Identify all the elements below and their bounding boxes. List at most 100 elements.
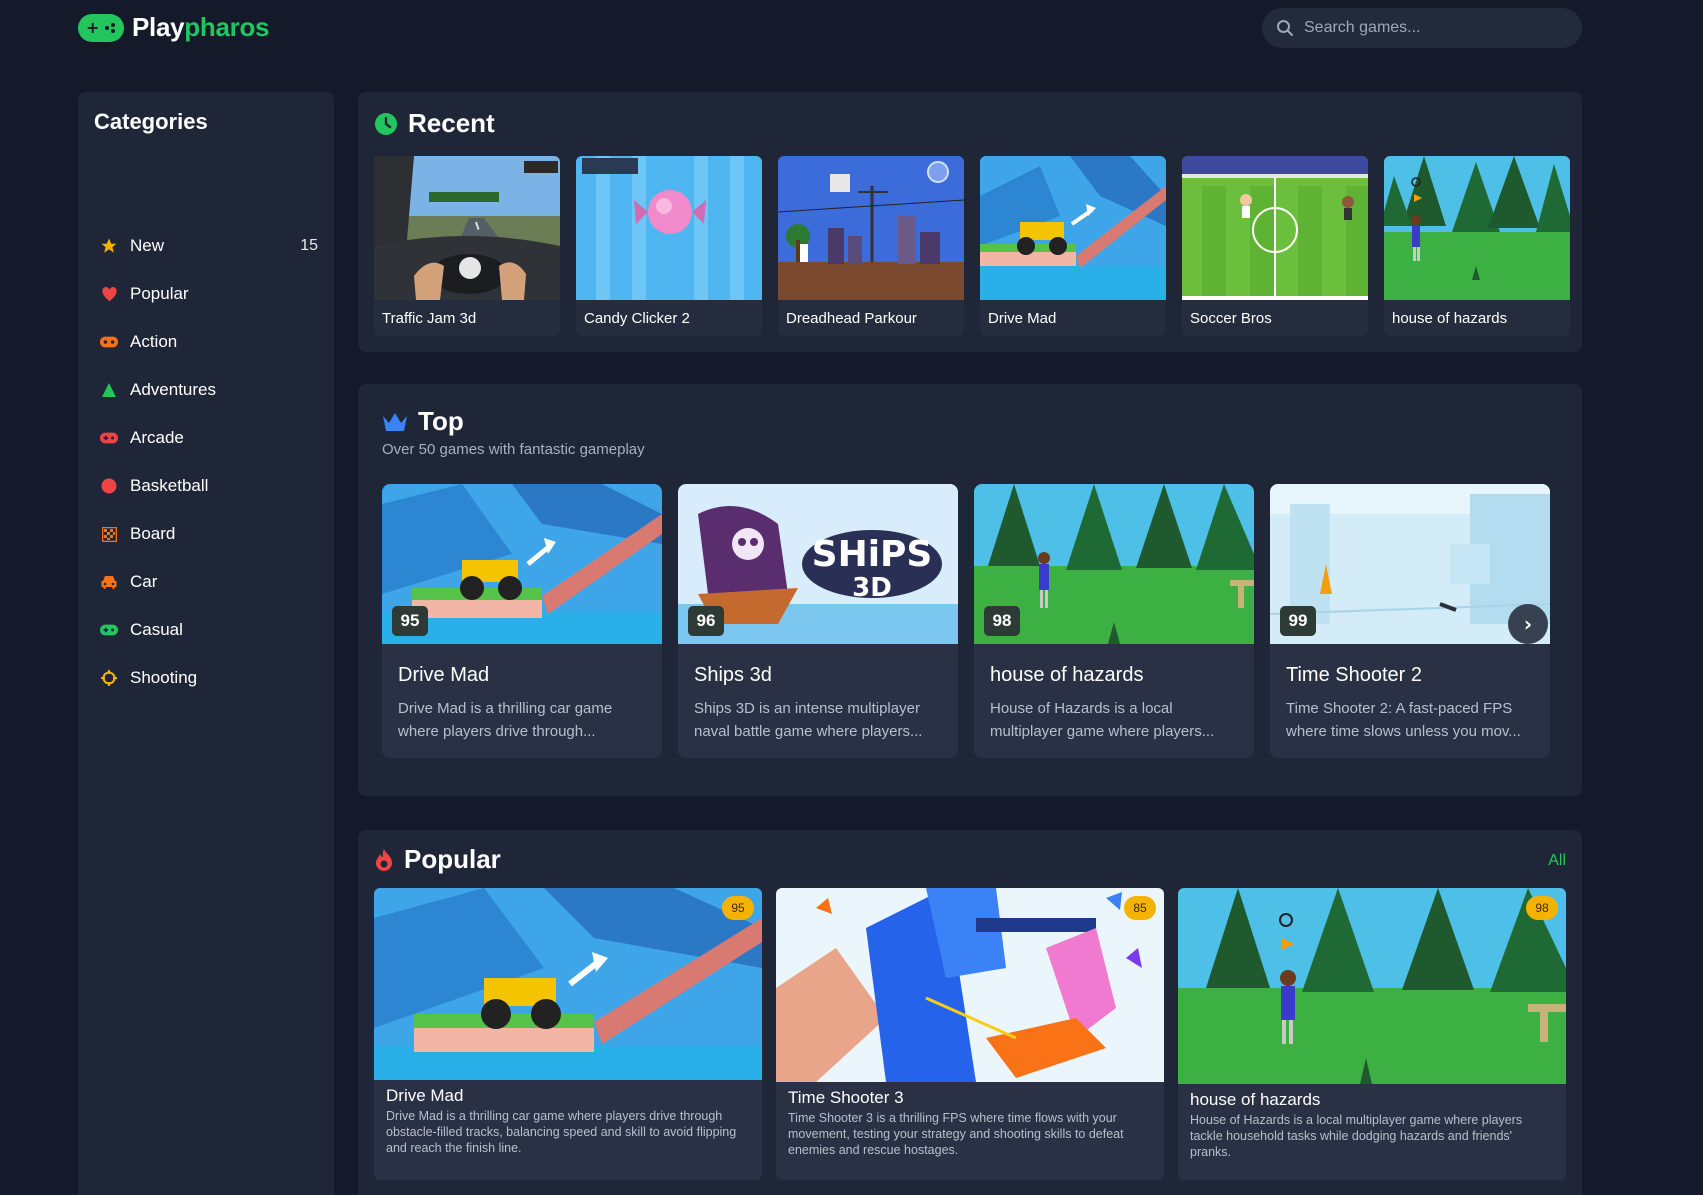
game-title: Ships 3d — [694, 664, 772, 686]
sidebar-item-label: Casual — [130, 620, 183, 639]
game-description: Time Shooter 2: A fast-paced FPS where t… — [1286, 700, 1521, 740]
popular-game-card[interactable]: 95 Drive Mad Drive Mad is a thrilling ca… — [374, 888, 762, 1180]
game-title: Drive Mad — [398, 664, 490, 686]
game-description: Drive Mad is a thrilling car game where … — [386, 1109, 737, 1155]
game-title: Candy Clicker 2 — [584, 310, 690, 327]
sidebar-item-car[interactable]: Car — [100, 564, 318, 600]
sidebar-item-popular[interactable]: Popular — [100, 276, 318, 312]
game-title: Time Shooter 2 — [1286, 664, 1422, 686]
sidebar-item-action[interactable]: Action — [100, 324, 318, 360]
heart-icon — [100, 285, 118, 303]
search-box[interactable] — [1262, 8, 1582, 48]
controller-icon — [100, 621, 118, 639]
crosshair-icon — [100, 669, 118, 687]
rating-badge: 98 — [1526, 896, 1558, 920]
ball-icon — [100, 477, 118, 495]
rating-badge: 85 — [1124, 896, 1156, 920]
clock-icon — [375, 112, 397, 135]
sidebar-item-basketball[interactable]: Basketball — [100, 468, 318, 504]
popular-game-card[interactable]: 85 Time Shooter 3 Time Shooter 3 is a th… — [776, 888, 1164, 1180]
crown-icon — [383, 412, 407, 431]
sidebar-item-label: Popular — [130, 284, 189, 303]
top-subtitle: Over 50 games with fantastic gameplay — [382, 441, 645, 458]
sidebar-item-board[interactable]: Board — [100, 516, 318, 552]
recent-game-card[interactable]: Traffic Jam 3d — [374, 156, 560, 336]
recent-game-card[interactable]: Candy Clicker 2 — [576, 156, 762, 336]
gamepad-icon — [100, 333, 118, 351]
popular-title: Popular — [374, 844, 501, 875]
categories-sidebar: Categories New 15 Popular Action Adventu… — [78, 92, 334, 1195]
recent-game-card[interactable]: house of hazards — [1384, 156, 1570, 336]
game-thumbnail: 85 — [776, 888, 1164, 1082]
recent-section: Recent Traffic Jam 3d Candy Clicker 2 Dr… — [358, 92, 1582, 352]
game-thumbnail — [1384, 156, 1570, 300]
sidebar-item-casual[interactable]: Casual — [100, 612, 318, 648]
recent-game-card[interactable]: Soccer Bros — [1182, 156, 1368, 336]
game-description: Ships 3D is an intense multiplayer naval… — [694, 700, 923, 740]
game-title: Dreadhead Parkour — [786, 310, 917, 327]
game-description: House of Hazards is a local multiplayer … — [990, 700, 1215, 740]
game-title: Drive Mad — [988, 310, 1057, 327]
top-game-card[interactable]: 95 Drive Mad Drive Mad is a thrilling ca… — [382, 484, 662, 758]
rating-badge: 95 — [722, 896, 754, 920]
game-title: Traffic Jam 3d — [382, 310, 477, 327]
game-thumbnail — [374, 156, 560, 300]
star-icon — [100, 237, 118, 255]
carousel-next-button[interactable]: › — [1508, 604, 1548, 644]
top-game-card[interactable]: 99 Time Shooter 2 Time Shooter 2: A fast… — [1270, 484, 1550, 758]
game-title: Soccer Bros — [1190, 310, 1272, 327]
triangle-icon — [100, 381, 118, 399]
flame-icon — [376, 848, 392, 871]
search-icon — [1277, 20, 1293, 36]
game-description: Time Shooter 3 is a thrilling FPS where … — [788, 1111, 1124, 1157]
car-icon — [100, 573, 118, 591]
see-all-link[interactable]: All — [1548, 852, 1566, 870]
top-game-card[interactable]: SHiPS 3D 96 Ships 3d Ships 3D is an inte… — [678, 484, 958, 758]
game-thumbnail: 95 — [374, 888, 762, 1080]
recent-game-card[interactable]: Dreadhead Parkour — [778, 156, 964, 336]
sidebar-item-new[interactable]: New 15 — [100, 228, 318, 264]
game-thumbnail: 95 — [382, 484, 662, 644]
sidebar-item-label: Basketball — [130, 476, 209, 495]
sidebar-item-adventures[interactable]: Adventures — [100, 372, 318, 408]
rating-badge: 99 — [1280, 606, 1316, 636]
brand-name: Playpharos — [132, 12, 270, 42]
sidebar-item-label: Arcade — [130, 428, 184, 447]
game-description: Drive Mad is a thrilling car game where … — [398, 700, 613, 740]
logo[interactable]: + Playpharos — [78, 12, 269, 43]
game-thumbnail — [778, 156, 964, 300]
rating-badge: 98 — [984, 606, 1020, 636]
game-description: House of Hazards is a local multiplayer … — [1190, 1113, 1523, 1159]
top-title: Top — [382, 406, 464, 437]
rating-badge: 96 — [688, 606, 724, 636]
game-thumbnail — [576, 156, 762, 300]
popular-game-card[interactable]: 98 house of hazards House of Hazards is … — [1178, 888, 1566, 1180]
rating-badge: 95 — [392, 606, 428, 636]
sidebar-item-label: Car — [130, 572, 158, 591]
game-title: Drive Mad — [386, 1086, 464, 1105]
svg-text:SHiPS: SHiPS — [812, 534, 933, 575]
sidebar-item-arcade[interactable]: Arcade — [100, 420, 318, 456]
grid-icon — [100, 525, 118, 543]
gamepad-logo-icon: + — [78, 13, 124, 42]
sidebar-item-label: Shooting — [130, 668, 198, 687]
search-input[interactable] — [1304, 19, 1564, 37]
svg-text:3D: 3D — [852, 573, 892, 603]
top-section: Top Over 50 games with fantastic gamepla… — [358, 384, 1582, 796]
categories-title: Categories — [94, 109, 208, 134]
joystick-icon — [100, 429, 118, 447]
recent-title: Recent — [374, 108, 495, 139]
sidebar-item-label: Action — [130, 332, 178, 351]
game-thumbnail — [1182, 156, 1368, 300]
game-title: Time Shooter 3 — [788, 1088, 904, 1107]
recent-game-card[interactable]: Drive Mad — [980, 156, 1166, 336]
header: + Playpharos — [0, 0, 1703, 70]
game-thumbnail: 98 — [1178, 888, 1566, 1084]
top-game-card[interactable]: 98 house of hazards House of Hazards is … — [974, 484, 1254, 758]
game-title: house of hazards — [1190, 1090, 1321, 1109]
game-thumbnail: SHiPS 3D 96 — [678, 484, 958, 644]
sidebar-item-label: Board — [130, 524, 176, 543]
sidebar-item-shooting[interactable]: Shooting — [100, 660, 318, 696]
game-title: house of hazards — [990, 664, 1144, 686]
sidebar-item-count: 15 — [300, 237, 318, 254]
